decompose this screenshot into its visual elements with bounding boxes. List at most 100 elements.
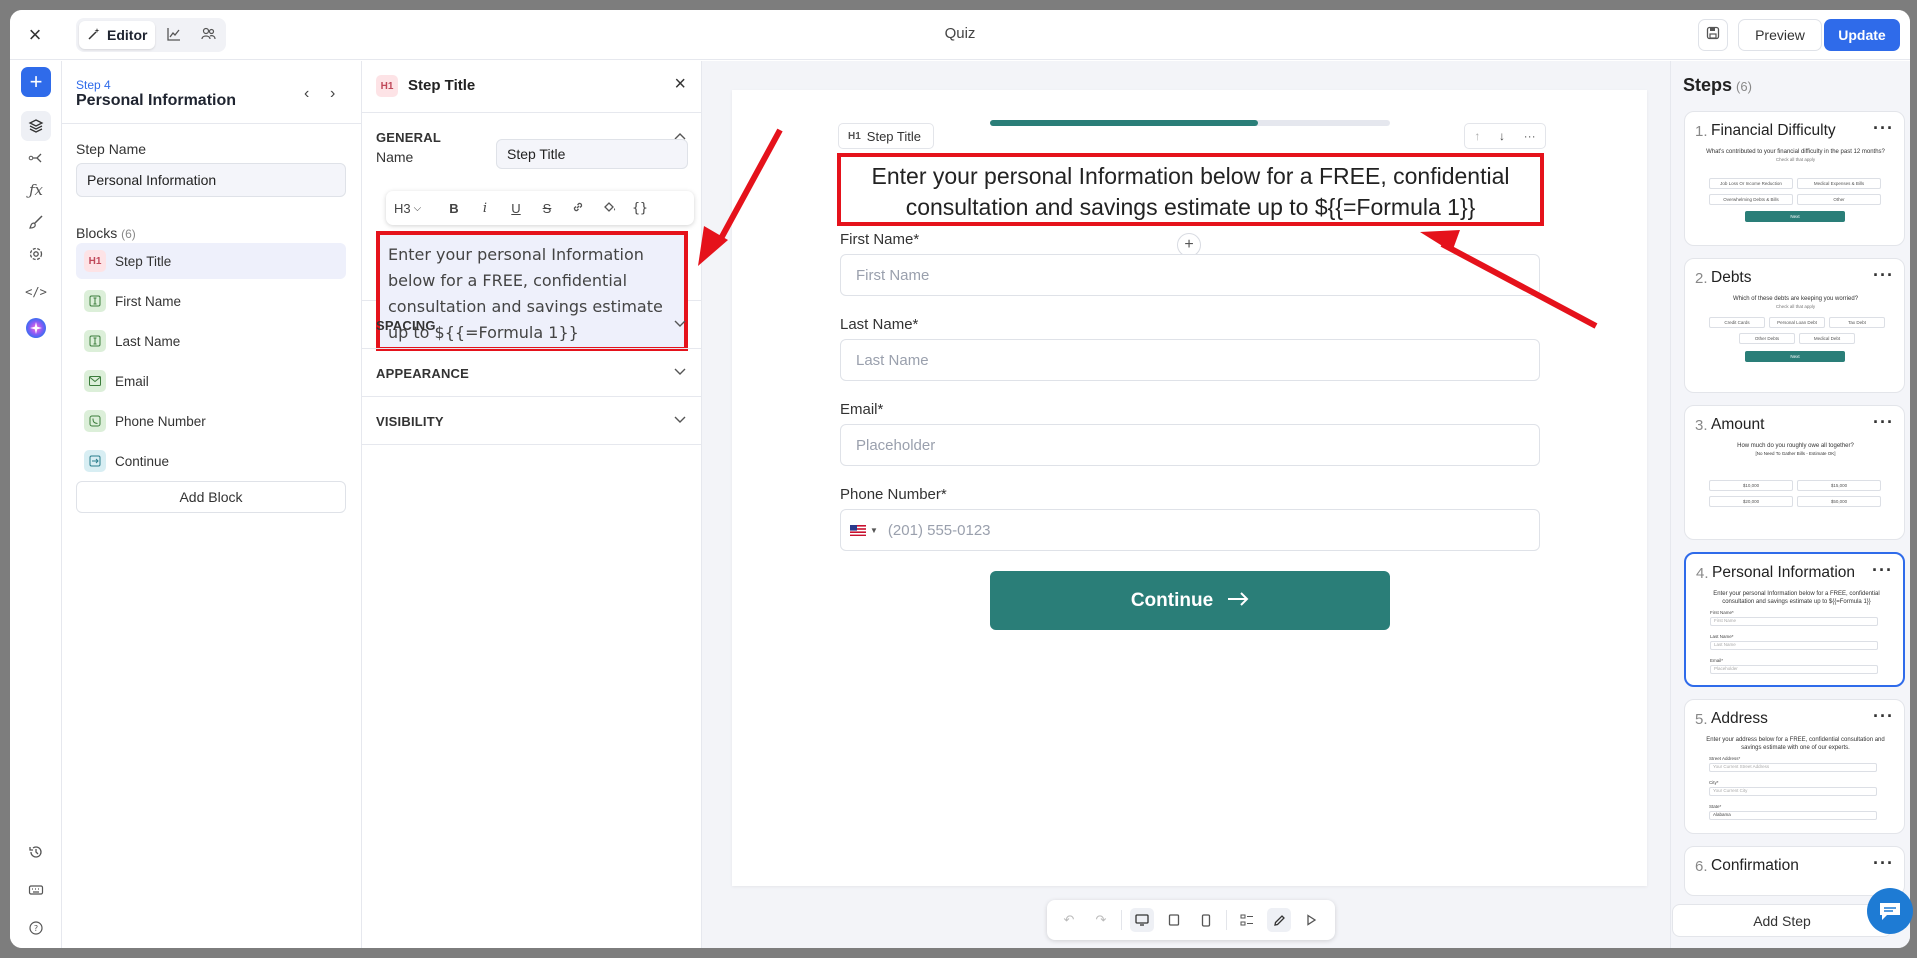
add-block-button[interactable]: Add Block xyxy=(76,481,346,513)
step-card-number: 1. xyxy=(1695,123,1708,140)
progress-bar xyxy=(990,120,1390,126)
block-item-label: Last Name xyxy=(115,333,181,349)
properties-header: H1 Step Title × xyxy=(362,61,702,113)
option: $15,000 xyxy=(1797,480,1881,491)
block-item-continue[interactable]: Continue xyxy=(76,443,346,479)
save-button[interactable] xyxy=(1698,19,1728,51)
strikethrough-icon[interactable]: S xyxy=(536,201,558,216)
underline-icon[interactable]: U xyxy=(505,201,527,216)
play-icon[interactable] xyxy=(1299,908,1323,932)
link-icon[interactable] xyxy=(567,200,589,217)
visibility-section[interactable]: VISIBILITY xyxy=(362,397,702,445)
step-name-input[interactable]: Personal Information xyxy=(76,163,346,197)
continue-button-label: Continue xyxy=(1130,589,1214,611)
visibility-section-title: VISIBILITY xyxy=(376,414,444,429)
add-step-button[interactable]: Add Step xyxy=(1672,904,1892,937)
phone-number-input[interactable]: ▼ (201) 555-0123 xyxy=(840,509,1540,551)
fill-color-icon[interactable] xyxy=(598,200,620,217)
step-number: Step 4 xyxy=(76,78,111,92)
step-card-title: Amount xyxy=(1711,416,1765,433)
name-input[interactable]: Step Title xyxy=(496,139,688,169)
field-label: First Name* xyxy=(1710,610,1734,615)
next-button: Next xyxy=(1745,351,1845,362)
block-item-first-name[interactable]: First Name xyxy=(76,283,346,319)
add-icon[interactable]: + xyxy=(21,67,51,97)
last-name-input[interactable]: Last Name xyxy=(840,339,1540,381)
us-flag-icon[interactable]: ▼ xyxy=(850,524,878,536)
brush-icon[interactable] xyxy=(21,207,51,237)
tablet-view-icon[interactable] xyxy=(1162,908,1186,932)
close-icon[interactable]: × xyxy=(674,73,686,96)
step-card-title: Confirmation xyxy=(1711,857,1799,874)
bold-icon[interactable]: B xyxy=(443,201,465,216)
step-title-heading[interactable]: Enter your personal Information below fo… xyxy=(837,153,1544,226)
code-icon[interactable]: </> xyxy=(21,277,51,307)
more-icon[interactable]: ··· xyxy=(1873,706,1894,727)
spacing-section[interactable]: SPACING xyxy=(362,301,702,349)
more-icon[interactable]: ··· xyxy=(1873,853,1894,874)
logic-branch-icon[interactable] xyxy=(21,143,51,173)
blocks-label: Blocks (6) xyxy=(76,225,136,241)
redo-icon[interactable]: ↷ xyxy=(1089,908,1113,932)
option: Overwhelming Debts & Bills xyxy=(1709,194,1793,205)
step-card-address[interactable]: 5. Address ··· Enter your address below … xyxy=(1684,699,1905,834)
step-card-personal-information[interactable]: 4. Personal Information ··· Enter your p… xyxy=(1684,552,1905,687)
layers-icon[interactable] xyxy=(21,111,51,141)
block-item-email[interactable]: Email xyxy=(76,363,346,399)
appearance-section[interactable]: APPEARANCE xyxy=(362,349,702,397)
email-input[interactable]: Placeholder xyxy=(840,424,1540,466)
mobile-view-icon[interactable] xyxy=(1194,908,1218,932)
block-item-step-title[interactable]: H1 Step Title xyxy=(76,243,346,279)
formula-icon[interactable]: ƒx xyxy=(21,175,51,205)
preview-button[interactable]: Preview xyxy=(1738,19,1822,51)
block-controls: ↑ ↓ ··· xyxy=(1464,123,1546,149)
more-icon[interactable]: ··· xyxy=(1873,265,1894,286)
continue-button[interactable]: Continue xyxy=(990,571,1390,630)
undo-icon[interactable]: ↶ xyxy=(1057,908,1081,932)
block-item-phone-number[interactable]: Phone Number xyxy=(76,403,346,439)
step-card-financial-difficulty[interactable]: 1. Financial Difficulty ··· What's contr… xyxy=(1684,111,1905,246)
edit-pencil-icon[interactable] xyxy=(1267,908,1291,932)
properties-panel: H1 Step Title × GENERAL Name Step Title … xyxy=(362,61,702,948)
step-card-confirmation[interactable]: 6. Confirmation ··· xyxy=(1684,846,1905,896)
ai-assistant-icon[interactable] xyxy=(21,313,51,343)
field-input: Your Current Street Address xyxy=(1709,763,1877,772)
more-icon[interactable]: ··· xyxy=(1873,118,1894,139)
step-sidebar: Step 4 Personal Information ‹ › Step Nam… xyxy=(62,61,362,948)
chevron-left-icon[interactable]: ‹ xyxy=(304,85,309,103)
option: Medical Expenses & Bills xyxy=(1797,178,1881,189)
chevron-down-icon: ⌵ xyxy=(413,202,422,214)
block-item-label: Step Title xyxy=(115,253,172,269)
more-icon[interactable]: ··· xyxy=(1873,412,1894,433)
settings-gear-icon[interactable] xyxy=(21,239,51,269)
desktop-view-icon[interactable] xyxy=(1130,908,1154,932)
heading-level-dropdown[interactable]: H3 ⌵ xyxy=(394,201,434,216)
block-item-last-name[interactable]: Last Name xyxy=(76,323,346,359)
update-button[interactable]: Update xyxy=(1824,19,1900,51)
more-icon[interactable]: ··· xyxy=(1872,560,1893,581)
history-icon[interactable] xyxy=(21,837,51,867)
properties-title: Step Title xyxy=(408,77,476,94)
field-select: Alabama xyxy=(1709,811,1877,820)
app-title: Quiz xyxy=(944,25,976,42)
step-card-amount[interactable]: 3. Amount ··· How much do you roughly ow… xyxy=(1684,405,1905,540)
help-icon[interactable]: ? xyxy=(21,913,51,943)
arrow-down-icon[interactable]: ↓ xyxy=(1499,129,1505,143)
chevron-right-icon[interactable]: › xyxy=(330,85,335,103)
structure-view-icon[interactable] xyxy=(1235,908,1259,932)
option: Medical Debt xyxy=(1799,333,1855,344)
more-icon[interactable]: ··· xyxy=(1524,129,1536,143)
step-title: Personal Information xyxy=(76,92,237,109)
step-card-number: 5. xyxy=(1695,711,1708,728)
field-label: State* xyxy=(1709,804,1722,809)
field-label: City* xyxy=(1709,780,1719,785)
next-button: Next xyxy=(1745,211,1845,222)
step-card-debts[interactable]: 2. Debts ··· Which of these debts are ke… xyxy=(1684,258,1905,393)
italic-icon[interactable]: i xyxy=(474,201,496,216)
arrow-up-icon[interactable]: ↑ xyxy=(1474,129,1480,143)
chevron-down-icon xyxy=(674,411,686,427)
first-name-input[interactable]: First Name xyxy=(840,254,1540,296)
chat-support-icon[interactable] xyxy=(1867,888,1913,934)
variable-braces-icon[interactable]: {} xyxy=(629,201,651,216)
keyboard-icon[interactable] xyxy=(21,875,51,905)
